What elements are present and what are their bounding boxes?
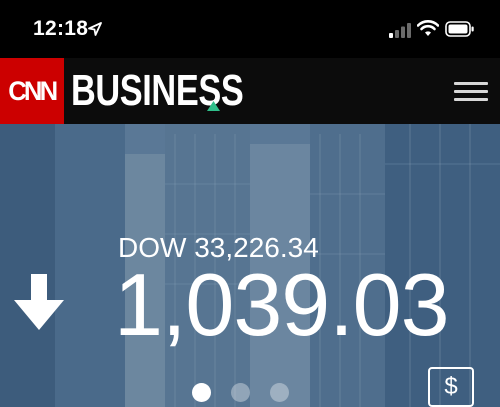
carousel-dot-3[interactable] [270, 383, 289, 402]
triangle-accent-icon [207, 101, 220, 111]
cnn-logo[interactable]: CNN [0, 58, 64, 124]
carousel-dot-2[interactable] [231, 383, 250, 402]
location-icon [88, 22, 102, 36]
carousel-dots [192, 383, 289, 402]
status-bar: 12:18 [0, 0, 500, 58]
currency-button[interactable]: $ [428, 367, 474, 407]
down-arrow-icon [14, 274, 64, 330]
signal-icon [389, 23, 411, 38]
site-header: CNN BUSINESS [0, 58, 500, 124]
hamburger-menu-icon[interactable] [454, 82, 488, 106]
market-hero: DOW 33,226.34 1,039.03 $ [0, 124, 500, 407]
point-change-value: 1,039.03 [114, 255, 450, 354]
cnn-logo-text: CNN [8, 75, 58, 106]
wifi-icon [417, 20, 439, 36]
carousel-dot-1[interactable] [192, 383, 211, 402]
status-time: 12:18 [33, 17, 89, 40]
battery-icon [445, 21, 474, 37]
